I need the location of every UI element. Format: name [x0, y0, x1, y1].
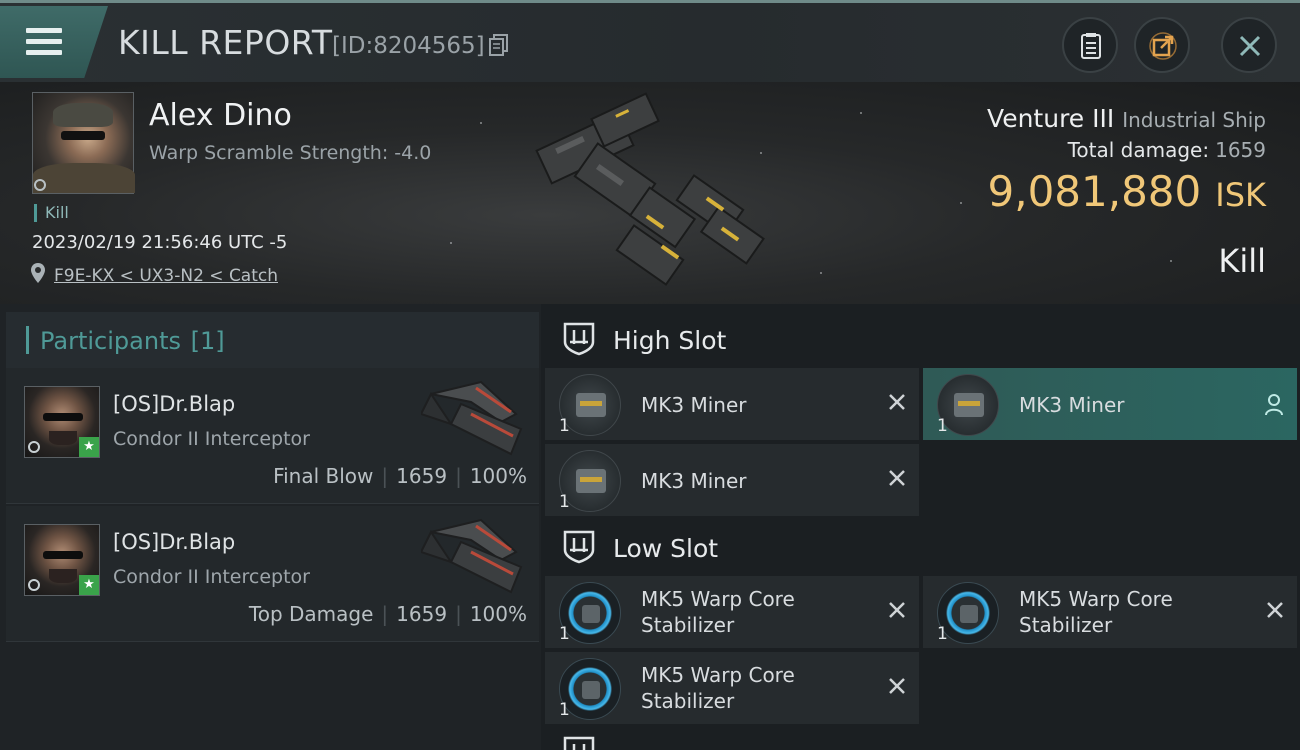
- module-name: MK5 Warp Core Stabilizer: [641, 587, 795, 637]
- module-slot[interactable]: 1 MK5 Warp Core Stabilizer: [545, 652, 919, 724]
- total-damage: Total damage: 1659: [1067, 138, 1266, 162]
- victim-portrait[interactable]: [32, 92, 135, 194]
- module-slot-active[interactable]: 1 MK3 Miner: [923, 368, 1297, 440]
- low-slot-header: Low Slot: [545, 516, 1300, 578]
- module-name: MK3 Miner: [1019, 393, 1125, 417]
- victim-name: Alex Dino: [149, 98, 292, 133]
- copy-icon[interactable]: [489, 34, 509, 56]
- corp-badge-icon: [34, 179, 46, 191]
- kill-timestamp: 2023/02/19 21:56:46 UTC -5: [32, 232, 288, 253]
- participants-header: Participants [1]: [6, 312, 539, 368]
- participant-name: [OS]Dr.Blap: [113, 392, 236, 416]
- module-name: MK5 Warp Core Stabilizer: [1019, 587, 1173, 637]
- participant-row[interactable]: ★ [OS]Dr.Blap Condor II Interceptor Fina…: [6, 368, 539, 504]
- participant-ship: Condor II Interceptor: [113, 566, 310, 588]
- fleet-star-icon: ★: [79, 437, 99, 457]
- warp-scramble-strength: Warp Scramble Strength: -4.0: [149, 142, 432, 164]
- victim-hero: Alex Dino Warp Scramble Strength: -4.0 K…: [0, 82, 1300, 304]
- participant-portrait[interactable]: ★: [24, 386, 100, 458]
- module-slot[interactable]: 1 MK3 Miner: [545, 368, 919, 440]
- menu-button[interactable]: [0, 6, 108, 78]
- participant-stats: Final Blow | 1659 | 100%: [273, 464, 527, 488]
- module-name: MK5 Warp Core Stabilizer: [641, 663, 795, 713]
- shield-icon: [563, 322, 595, 356]
- document-icon: [1081, 33, 1101, 59]
- page-title: KILL REPORT: [118, 23, 333, 62]
- module-name: MK3 Miner: [641, 393, 747, 417]
- close-button[interactable]: [1221, 17, 1277, 73]
- top-bar: KILL REPORT [ID:8204565]: [0, 0, 1300, 82]
- menu-icon: [26, 28, 62, 56]
- participant-row[interactable]: ★ [OS]Dr.Blap Condor II Interceptor Top …: [6, 506, 539, 642]
- kill-tag: Kill: [34, 204, 69, 222]
- module-name: MK3 Miner: [641, 469, 747, 493]
- shield-icon: [563, 530, 595, 564]
- document-button[interactable]: [1062, 17, 1118, 73]
- corp-badge-icon: [28, 441, 40, 453]
- corp-badge-icon: [28, 579, 40, 591]
- share-button[interactable]: [1134, 17, 1190, 73]
- participant-stats: Top Damage | 1659 | 100%: [248, 602, 527, 626]
- module-slot[interactable]: 1 MK5 Warp Core Stabilizer: [923, 576, 1297, 648]
- remove-x-icon[interactable]: [1265, 600, 1285, 620]
- victim-ship-image[interactable]: [535, 90, 775, 300]
- module-slot[interactable]: 1 MK3 Miner: [545, 444, 919, 516]
- person-icon: [1265, 394, 1283, 416]
- location-pin-icon: [31, 263, 45, 283]
- participant-ship-image: [421, 518, 523, 594]
- participant-ship: Condor II Interceptor: [113, 428, 310, 450]
- remove-x-icon[interactable]: [887, 392, 907, 412]
- participant-portrait[interactable]: ★: [24, 524, 100, 596]
- participant-name: [OS]Dr.Blap: [113, 530, 236, 554]
- isk-value: 9,081,880 ISK: [987, 167, 1267, 216]
- fitting-panel: High Slot 1 MK3 Miner 1 MK3 Miner 1 MK3 …: [541, 304, 1300, 750]
- module-slot[interactable]: 1 MK5 Warp Core Stabilizer: [545, 576, 919, 648]
- remove-x-icon[interactable]: [887, 468, 907, 488]
- share-icon: [1149, 32, 1177, 60]
- close-icon: [1239, 35, 1261, 57]
- shield-icon: [563, 736, 595, 750]
- high-slot-header: High Slot: [545, 308, 1300, 370]
- location-route-link[interactable]: F9E-KX < UX3-N2 < Catch: [54, 266, 278, 286]
- remove-x-icon[interactable]: [887, 676, 907, 696]
- fleet-star-icon: ★: [79, 575, 99, 595]
- next-slot-header-partial: [545, 730, 1300, 750]
- victim-ship-name: Venture III Industrial Ship: [987, 104, 1266, 133]
- report-id: [ID:8204565]: [332, 33, 485, 59]
- result-label: Kill: [1218, 242, 1266, 280]
- participant-ship-image: [421, 380, 523, 456]
- remove-x-icon[interactable]: [887, 600, 907, 620]
- participants-panel: Participants [1] ★ [OS]Dr.Blap Condor II…: [0, 304, 541, 750]
